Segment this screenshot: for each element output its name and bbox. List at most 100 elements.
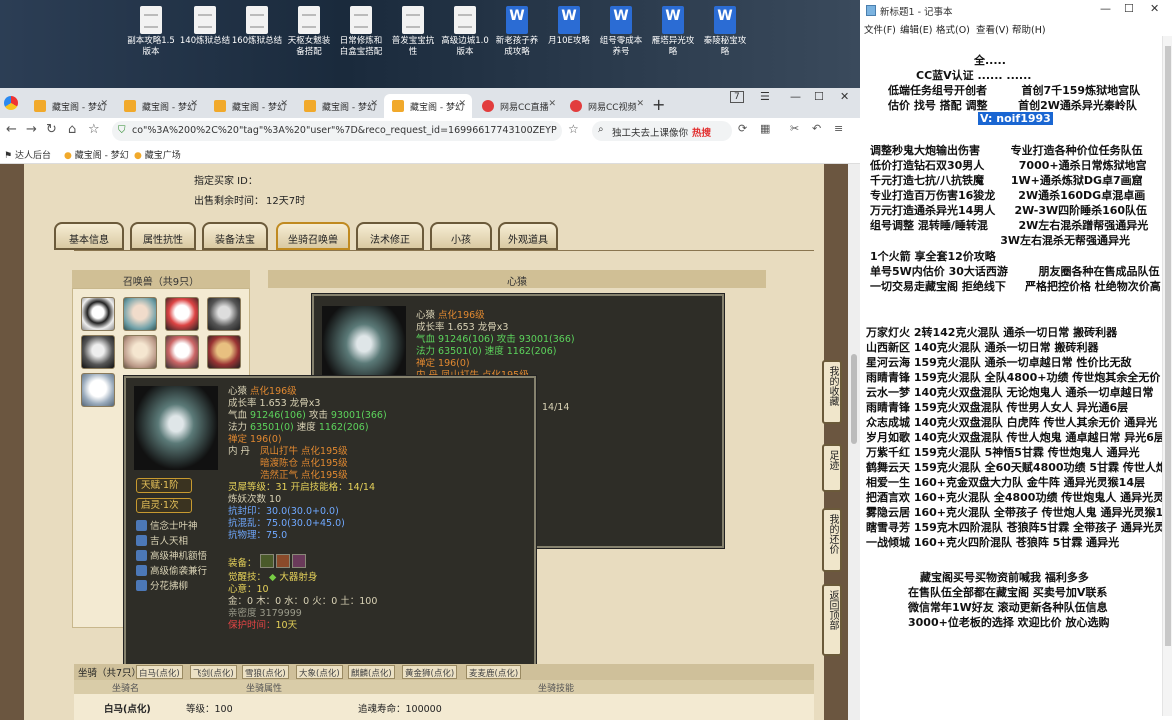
- tab-equipment[interactable]: 装备法宝: [202, 222, 268, 250]
- side-tab-back-to-top[interactable]: 返回顶部: [822, 584, 842, 656]
- desktop-icon-doc[interactable]: 副本攻略1.5 版本: [122, 6, 180, 58]
- address-bar[interactable]: ⛉ co"%3A%200%2C%20"tag"%3A%20"user"%7D&re…: [112, 121, 562, 141]
- menu-icon[interactable]: ☰: [760, 90, 770, 103]
- desktop-icon-word[interactable]: 新老孩子养 成攻略: [488, 6, 546, 58]
- reload-icon[interactable]: ↻: [46, 122, 57, 137]
- browser-tab-active[interactable]: 藏宝阁 - 梦幻 ✕: [384, 94, 472, 118]
- maximize-icon[interactable]: ☐: [814, 90, 824, 103]
- equip-slot-icon[interactable]: [260, 554, 274, 568]
- mount-tab[interactable]: 大象(点化): [296, 665, 343, 679]
- pet-thumbnail[interactable]: [81, 297, 115, 331]
- mount-tab[interactable]: 雪狼(点化): [242, 665, 289, 679]
- close-window-icon[interactable]: ✕: [840, 90, 849, 103]
- pet-thumbnail[interactable]: [207, 297, 241, 331]
- menu-help[interactable]: 帮助(H): [1012, 22, 1046, 36]
- pet-thumbnail[interactable]: [123, 335, 157, 369]
- menu-edit[interactable]: 编辑(E): [900, 22, 932, 36]
- pet-skill[interactable]: 信念士叶神: [136, 520, 198, 533]
- browser-tab[interactable]: 藏宝阁 - 梦幻 ✕: [116, 94, 204, 118]
- desktop-icon-doc[interactable]: 160炼狱总结: [228, 6, 286, 47]
- tab-appearance[interactable]: 外观道具: [498, 222, 558, 250]
- bookmark-item[interactable]: ● 藏宝广场: [134, 148, 181, 161]
- tab-attr-resist[interactable]: 属性抗性: [130, 222, 196, 250]
- pet-thumbnail[interactable]: [207, 335, 241, 369]
- bookmark-item[interactable]: ● 藏宝阁 - 梦幻: [64, 148, 129, 161]
- notepad-line: 云水一梦 140克火双盘混队 无论炮鬼人 通杀一切卓越日常: [866, 386, 1154, 399]
- home-icon[interactable]: ⌂: [68, 122, 76, 137]
- apps-icon[interactable]: ▦: [760, 122, 770, 135]
- bookmark-star-icon[interactable]: ☆: [88, 122, 100, 137]
- mount-tab[interactable]: 白马(点化): [136, 665, 183, 679]
- tab-spell-mod[interactable]: 法术修正: [356, 222, 424, 250]
- close-icon[interactable]: ✕: [458, 99, 466, 109]
- desktop-icon-word[interactable]: 组号零成本 养号: [592, 6, 650, 58]
- notepad-scrollbar[interactable]: [1162, 36, 1172, 716]
- close-icon[interactable]: ✕: [280, 99, 288, 109]
- cbg-favicon-icon: [34, 100, 46, 112]
- pet-thumbnail[interactable]: [123, 297, 157, 331]
- close-icon[interactable]: ✕: [190, 99, 198, 109]
- notepad-line: 雨睛青锋 159克火双盘混队 传世男人女人 异光通6层: [866, 401, 1129, 414]
- pet-thumbnail[interactable]: [165, 297, 199, 331]
- new-tab-button[interactable]: +: [652, 95, 665, 114]
- scroll-thumb[interactable]: [851, 354, 857, 444]
- scroll-thumb[interactable]: [1165, 46, 1171, 646]
- close-icon[interactable]: ✕: [636, 99, 644, 109]
- tab-child[interactable]: 小孩: [430, 222, 492, 250]
- mount-tab[interactable]: 黄金狮(点化): [402, 665, 458, 679]
- close-icon[interactable]: ✕: [370, 99, 378, 109]
- notepad-line: 微信常年1W好友 滚动更新各种队伍信息: [908, 601, 1108, 614]
- desktop-icon-doc[interactable]: 日常修炼和 白盒宝搭配: [332, 6, 390, 58]
- tab-count-badge[interactable]: 7: [730, 91, 744, 103]
- undo-icon[interactable]: ↶: [812, 122, 821, 135]
- pet-thumbnail-selected[interactable]: [81, 373, 115, 407]
- tab-mount-summon[interactable]: 坐骑召唤兽: [276, 222, 350, 250]
- browser-tab[interactable]: 网易CC直播 ✕: [474, 94, 562, 118]
- menu-view[interactable]: 查看(V): [976, 22, 1009, 36]
- pet-thumbnail[interactable]: [81, 335, 115, 369]
- desktop-icon-doc[interactable]: 天枢女魃装 备搭配: [280, 6, 338, 58]
- pet-thumbnail[interactable]: [165, 335, 199, 369]
- menu-file[interactable]: 文件(F): [864, 22, 896, 36]
- close-window-icon[interactable]: ✕: [1150, 2, 1159, 15]
- side-tab-favorites[interactable]: 我的收藏: [822, 360, 842, 424]
- pet-skill[interactable]: 分花拂柳: [136, 580, 188, 593]
- page-scrollbar[interactable]: [848, 164, 860, 720]
- side-tab-bargain[interactable]: 我的还价: [822, 508, 842, 572]
- mount-tab[interactable]: 飞剑(点化): [190, 665, 237, 679]
- forward-icon[interactable]: →: [26, 122, 37, 137]
- favorite-star-icon[interactable]: ☆: [568, 122, 579, 136]
- close-icon[interactable]: ✕: [548, 99, 556, 109]
- browser-tab[interactable]: 网易CC视频 ✕: [562, 94, 650, 118]
- tab-basic-info[interactable]: 基本信息: [54, 222, 124, 250]
- close-icon[interactable]: ✕: [100, 99, 108, 109]
- back-icon[interactable]: ←: [6, 122, 17, 137]
- menu-format[interactable]: 格式(O): [936, 22, 970, 36]
- desktop-icon-doc[interactable]: 普发宝宝抗 性: [384, 6, 442, 58]
- bookmark-item[interactable]: ⚑ 达人后台: [4, 148, 51, 161]
- pet-skill[interactable]: 吉人天相: [136, 535, 188, 548]
- notepad-text-area[interactable]: 全..... CC蓝V认证 ...... ...... 低端任务组号开创者 首创7千…: [860, 36, 1172, 716]
- equip-slot-icon[interactable]: [292, 554, 306, 568]
- browser-tab[interactable]: 藏宝阁 - 梦幻 ✕: [26, 94, 114, 118]
- desktop-icon-doc[interactable]: 140炼狱总结: [176, 6, 234, 47]
- desktop-icon-word[interactable]: 雁塔异光攻 略: [644, 6, 702, 58]
- browser-tab[interactable]: 藏宝阁 - 梦幻 ✕: [296, 94, 384, 118]
- search-box[interactable]: ⌕ 独工夫去上课像你 热搜: [592, 121, 732, 141]
- desktop-icon-doc[interactable]: 高级边城1.0 版本: [436, 6, 494, 58]
- maximize-icon[interactable]: ☐: [1124, 2, 1134, 15]
- pet-skill[interactable]: 高级神机额悟: [136, 550, 207, 563]
- desktop-icon-word[interactable]: 月10E攻略: [540, 6, 598, 47]
- equip-slot-icon[interactable]: [276, 554, 290, 568]
- extension-icon[interactable]: ⟳: [738, 122, 747, 135]
- cut-icon[interactable]: ✂: [790, 122, 799, 135]
- more-menu-icon[interactable]: ≡: [834, 122, 843, 135]
- minimize-icon[interactable]: —: [1100, 2, 1111, 15]
- side-tab-history[interactable]: 足迹: [822, 444, 842, 492]
- browser-tab[interactable]: 藏宝阁 - 梦幻 ✕: [206, 94, 294, 118]
- minimize-icon[interactable]: —: [790, 90, 801, 103]
- mount-tab[interactable]: 麒麟(点化): [348, 665, 395, 679]
- pet-skill[interactable]: 高级偷袭兼行: [136, 565, 207, 578]
- desktop-icon-word[interactable]: 秦陵秘宝攻 略: [696, 6, 754, 58]
- mount-tab[interactable]: 麦麦鹿(点化): [466, 665, 522, 679]
